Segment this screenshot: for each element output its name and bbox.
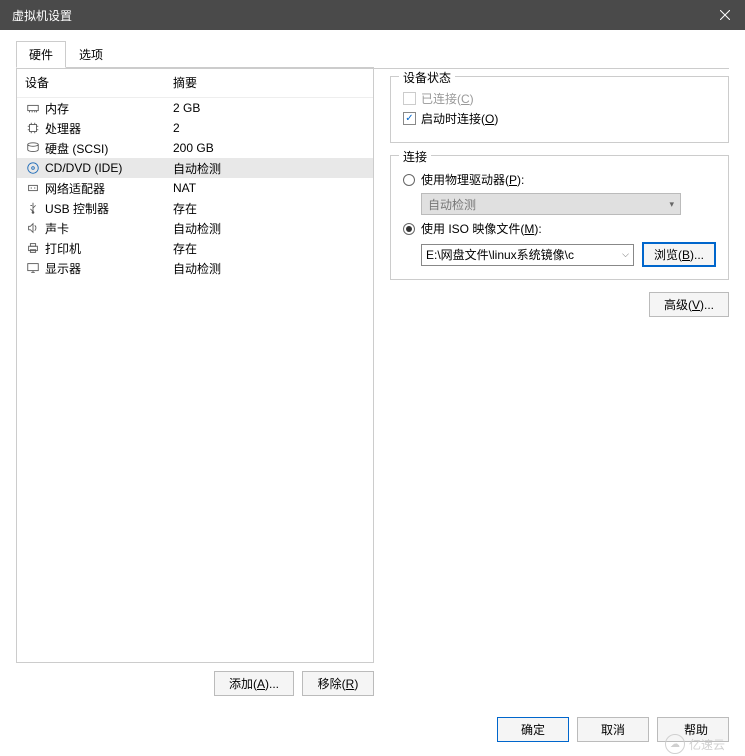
tab-hardware[interactable]: 硬件 xyxy=(16,41,66,68)
device-row-cpu[interactable]: 处理器2 xyxy=(17,118,373,138)
device-summary: 存在 xyxy=(173,200,365,217)
close-icon xyxy=(720,10,730,20)
device-row-network[interactable]: 网络适配器NAT xyxy=(17,178,373,198)
device-name: CD/DVD (IDE) xyxy=(45,161,173,175)
device-table: 设备 摘要 内存2 GB处理器2硬盘 (SCSI)200 GBCD/DVD (I… xyxy=(16,67,374,663)
use-iso-radio[interactable]: 使用 ISO 映像文件(M): xyxy=(403,220,716,237)
radio-icon xyxy=(403,174,415,186)
disk-icon xyxy=(25,140,41,156)
connection-title: 连接 xyxy=(399,148,431,165)
device-table-header: 设备 摘要 xyxy=(17,68,373,98)
radio-dot-icon xyxy=(406,226,412,232)
usb-icon xyxy=(25,200,41,216)
remove-button[interactable]: 移除(R) xyxy=(302,671,374,696)
connected-checkbox: 已连接(C) xyxy=(403,90,716,107)
content-area: 硬件 选项 设备 摘要 内存2 GB处理器2硬盘 (SCSI)200 GBCD/… xyxy=(0,30,745,704)
device-name: 内存 xyxy=(45,100,173,117)
chevron-down-icon: ▾ xyxy=(669,199,674,210)
tab-strip: 硬件 选项 xyxy=(16,41,729,69)
physical-drive-select: 自动检测 ▾ xyxy=(421,193,681,215)
column-summary: 摘要 xyxy=(173,74,365,91)
device-name: 打印机 xyxy=(45,240,173,257)
titlebar: 虚拟机设置 xyxy=(0,0,745,30)
dialog-buttons: 确定 取消 帮助 xyxy=(497,717,729,742)
column-device: 设备 xyxy=(25,74,173,91)
device-summary: 存在 xyxy=(173,240,365,257)
left-panel: 设备 摘要 内存2 GB处理器2硬盘 (SCSI)200 GBCD/DVD (I… xyxy=(16,68,374,704)
titlebar-text: 虚拟机设置 xyxy=(12,7,705,24)
network-icon xyxy=(25,180,41,196)
checkbox-icon xyxy=(403,92,416,105)
device-summary: NAT xyxy=(173,181,365,195)
device-status-title: 设备状态 xyxy=(399,69,455,86)
connect-at-power-checkbox[interactable]: ✓ 启动时连接(O) xyxy=(403,110,716,127)
browse-button[interactable]: 浏览(B)... xyxy=(642,242,716,267)
device-summary: 自动检测 xyxy=(173,260,365,277)
memory-icon xyxy=(25,100,41,116)
device-name: 声卡 xyxy=(45,220,173,237)
device-summary: 自动检测 xyxy=(173,160,365,177)
cpu-icon xyxy=(25,120,41,136)
checkbox-icon: ✓ xyxy=(403,112,416,125)
device-summary: 自动检测 xyxy=(173,220,365,237)
device-name: USB 控制器 xyxy=(45,200,173,217)
device-row-sound[interactable]: 声卡自动检测 xyxy=(17,218,373,238)
sound-icon xyxy=(25,220,41,236)
device-name: 显示器 xyxy=(45,260,173,277)
device-summary: 2 xyxy=(173,121,365,135)
device-row-usb[interactable]: USB 控制器存在 xyxy=(17,198,373,218)
device-summary: 2 GB xyxy=(173,101,365,115)
device-row-display[interactable]: 显示器自动检测 xyxy=(17,258,373,278)
device-row-cd[interactable]: CD/DVD (IDE)自动检测 xyxy=(17,158,373,178)
radio-icon xyxy=(403,223,415,235)
device-row-disk[interactable]: 硬盘 (SCSI)200 GB xyxy=(17,138,373,158)
check-mark-icon: ✓ xyxy=(405,114,413,124)
display-icon xyxy=(25,260,41,276)
device-name: 网络适配器 xyxy=(45,180,173,197)
iso-path-select[interactable]: E:\网盘文件\linux系统镜像\c ⌵ xyxy=(421,244,634,266)
right-panel: 设备状态 已连接(C) ✓ 启动时连接(O) 连接 使用物理驱动器(P): 自动… xyxy=(390,68,729,704)
device-row-memory[interactable]: 内存2 GB xyxy=(17,98,373,118)
device-name: 处理器 xyxy=(45,120,173,137)
chevron-down-icon: ⌵ xyxy=(622,249,629,260)
help-button[interactable]: 帮助 xyxy=(657,717,729,742)
device-name: 硬盘 (SCSI) xyxy=(45,140,173,157)
printer-icon xyxy=(25,240,41,256)
advanced-button[interactable]: 高级(V)... xyxy=(649,292,729,317)
device-status-group: 设备状态 已连接(C) ✓ 启动时连接(O) xyxy=(390,76,729,143)
ok-button[interactable]: 确定 xyxy=(497,717,569,742)
cd-icon xyxy=(25,160,41,176)
device-summary: 200 GB xyxy=(173,141,365,155)
device-row-printer[interactable]: 打印机存在 xyxy=(17,238,373,258)
cancel-button[interactable]: 取消 xyxy=(577,717,649,742)
tab-options[interactable]: 选项 xyxy=(66,41,116,68)
add-button[interactable]: 添加(A)... xyxy=(214,671,294,696)
close-button[interactable] xyxy=(705,0,745,30)
connection-group: 连接 使用物理驱动器(P): 自动检测 ▾ 使用 ISO 映像文件(M): E:… xyxy=(390,155,729,280)
use-physical-radio[interactable]: 使用物理驱动器(P): xyxy=(403,171,716,188)
